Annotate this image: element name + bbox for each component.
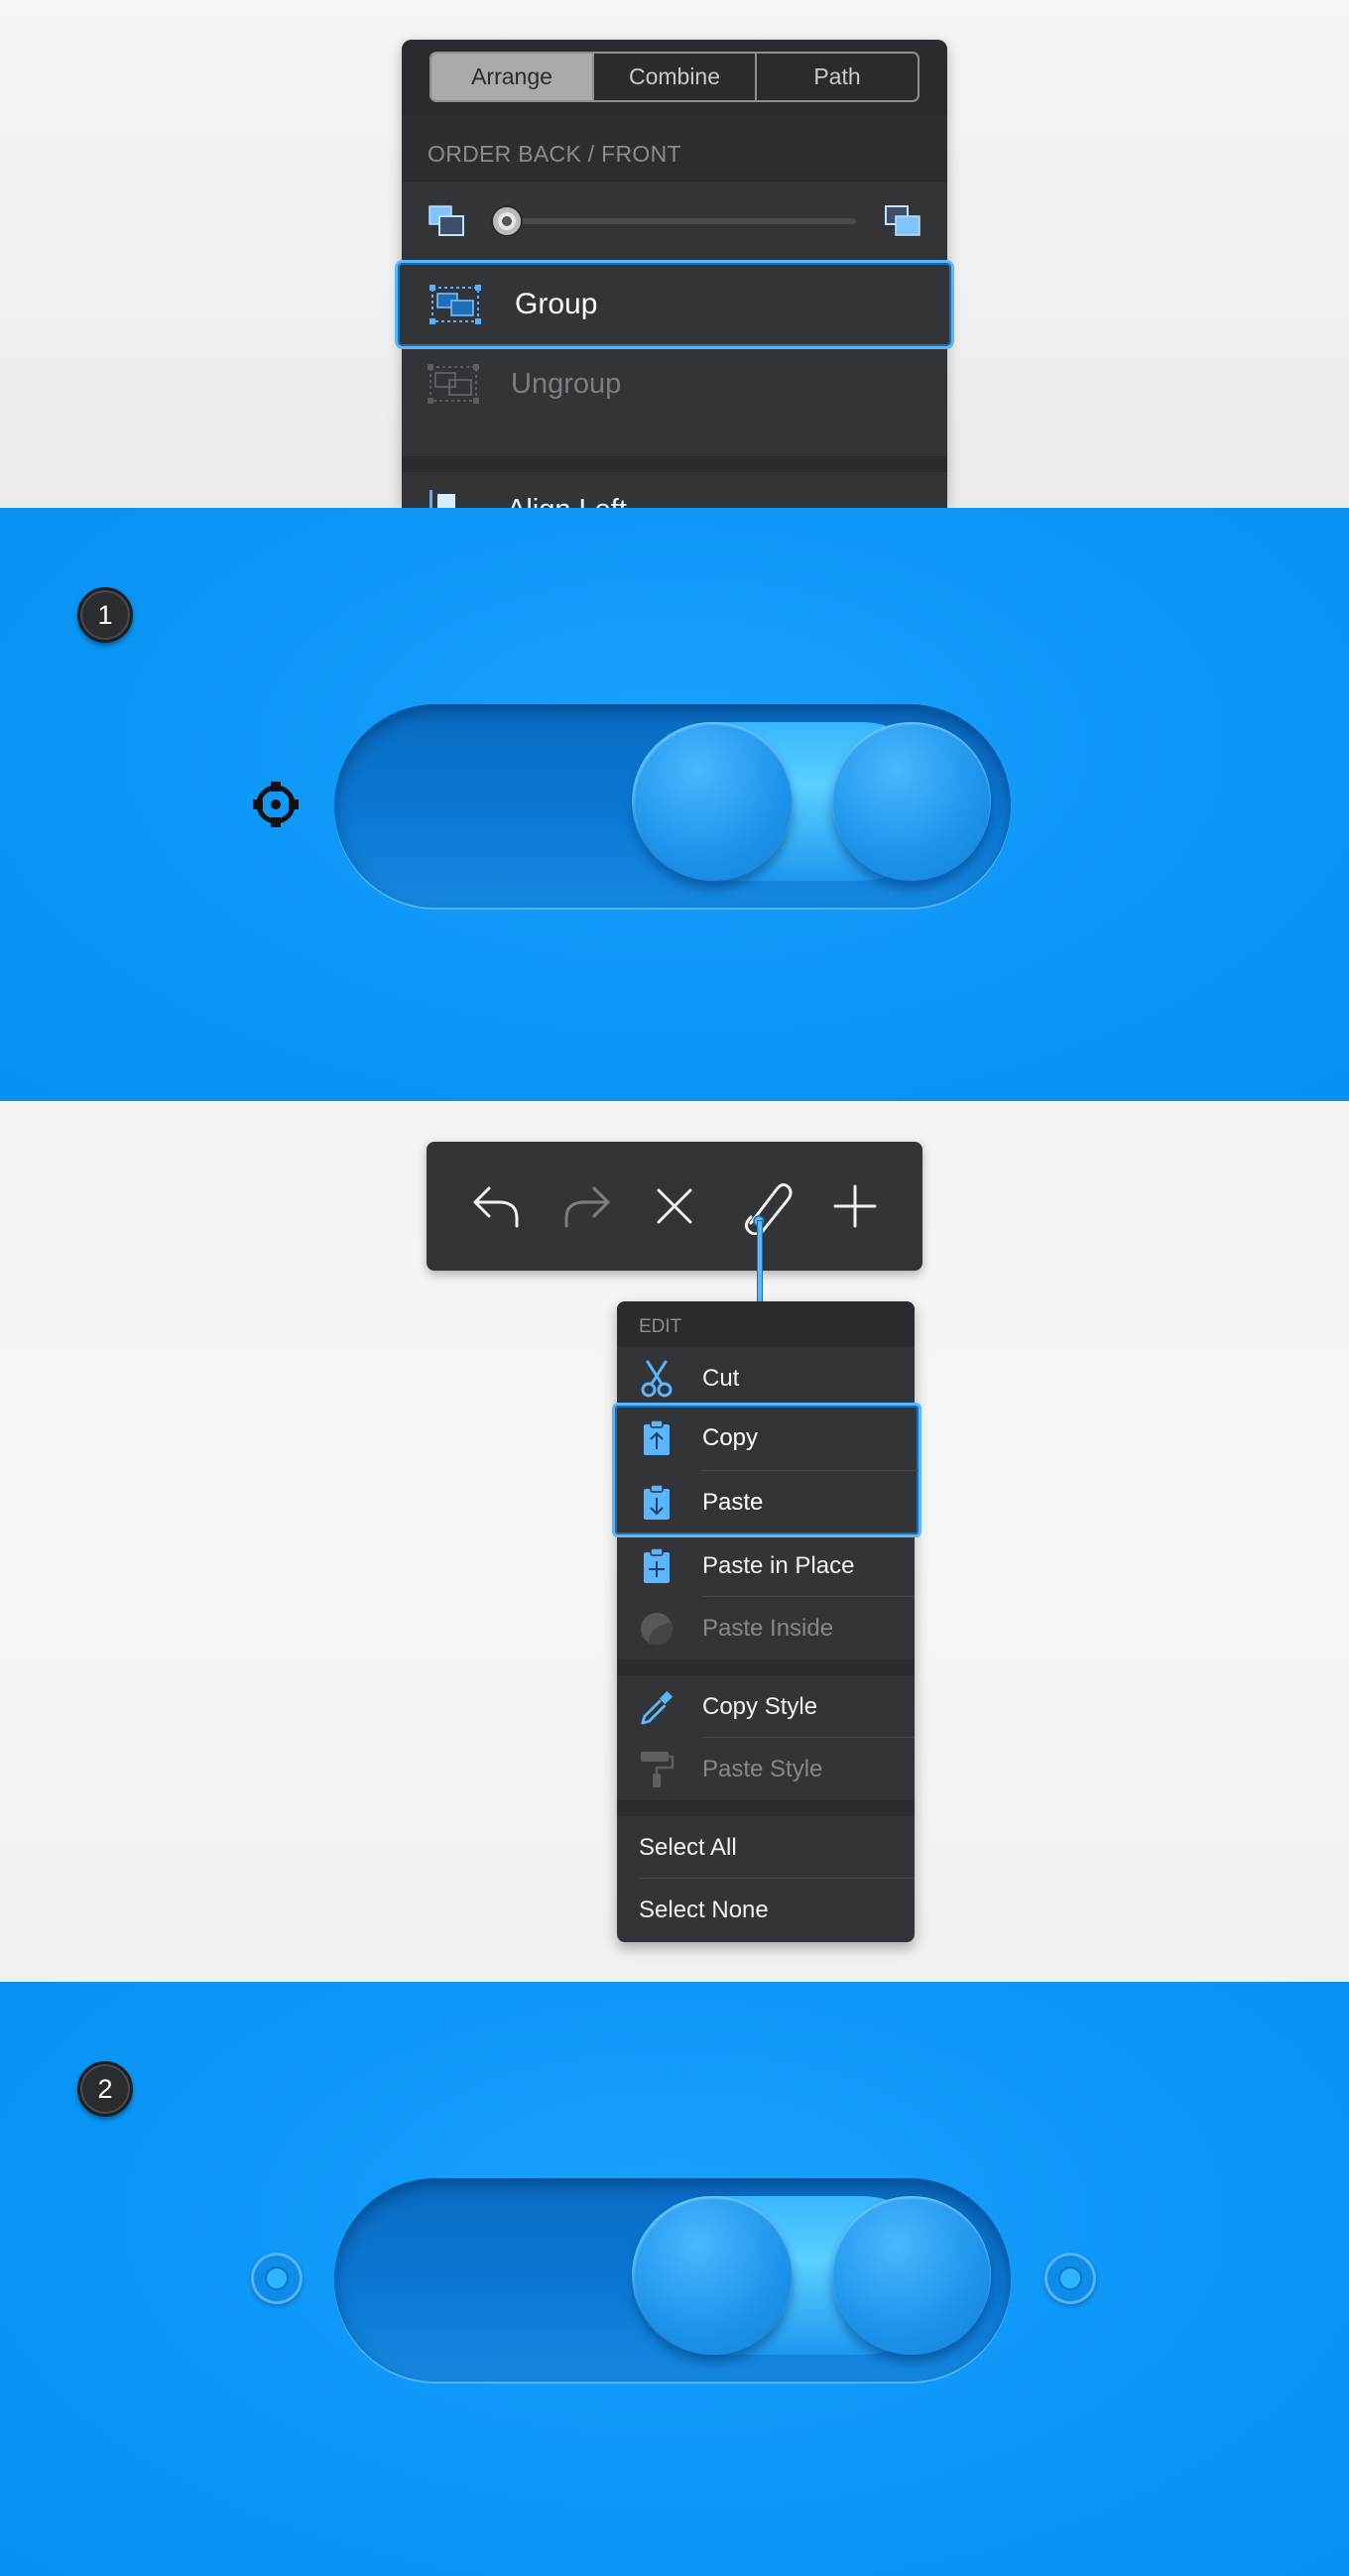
step-number: 2: [97, 2073, 113, 2104]
arrange-section: Arrange Combine Path ORDER BACK / FRONT: [0, 0, 1349, 548]
segmented-control-bar: Arrange Combine Path: [402, 40, 947, 115]
undo-button[interactable]: [466, 1177, 526, 1235]
menu-item-cut-label: Cut: [702, 1364, 740, 1392]
clipboard-up-icon: [644, 1418, 670, 1455]
menu-item-select-none-label: Select None: [639, 1896, 769, 1923]
add-button[interactable]: [825, 1177, 885, 1235]
undo-icon: [473, 1186, 519, 1228]
menu-connector-line: [758, 1221, 762, 1302]
menu-item-group-label: Group: [515, 288, 598, 320]
scissors-icon: [641, 1360, 673, 1397]
menu-item-cut[interactable]: Cut: [617, 1347, 915, 1410]
menu-item-ungroup[interactable]: Ungroup: [402, 349, 947, 419]
handle-right-icon[interactable]: [1044, 2253, 1096, 2304]
menu-item-paste-style-label: Paste Style: [702, 1755, 823, 1782]
menu-separator: [617, 1659, 915, 1675]
redo-button[interactable]: [557, 1177, 617, 1235]
bring-to-front-icon[interactable]: [882, 204, 921, 238]
toggle-knob-right[interactable]: [832, 722, 991, 881]
anchor-point-icon[interactable]: [251, 780, 301, 829]
plus-icon: [833, 1184, 877, 1228]
menu-item-group[interactable]: Group: [395, 260, 954, 349]
toolbar: [427, 1142, 922, 1271]
step-1-canvas: 1: [0, 508, 1349, 1101]
toggle-knob-left[interactable]: [634, 2196, 793, 2355]
delete-button[interactable]: [645, 1177, 704, 1235]
clipboard-plus-icon: [644, 1546, 670, 1583]
menu-item-paste-in-place-label: Paste in Place: [702, 1551, 855, 1579]
edit-menu-header: EDIT: [617, 1301, 915, 1347]
edit-menu: EDIT Cut Paste in Place Paste Inside Cop…: [617, 1301, 915, 1942]
menu-separator: [402, 456, 947, 472]
menu-item-copy-style-label: Copy Style: [702, 1692, 818, 1720]
menu-item-paste-in-place[interactable]: Paste in Place: [617, 1534, 915, 1597]
order-slider-knob[interactable]: [493, 206, 521, 235]
segmented-control: Arrange Combine Path: [429, 52, 920, 102]
menu-item-paste-style[interactable]: Paste Style: [617, 1738, 915, 1800]
menu-item-select-none[interactable]: Select None: [617, 1879, 915, 1941]
paperclip-icon: [744, 1182, 793, 1235]
menu-item-paste-inside-label: Paste Inside: [702, 1614, 834, 1642]
copy-paste-selection: Copy Paste: [612, 1403, 921, 1537]
order-slider-row: [402, 181, 947, 260]
redo-icon: [564, 1186, 610, 1228]
ungroup-icon: [428, 364, 479, 404]
menu-item-paste-label: Paste: [702, 1488, 764, 1516]
toggle-switch[interactable]: [334, 704, 1011, 908]
order-slider[interactable]: [493, 206, 856, 235]
tab-path[interactable]: Path: [757, 54, 918, 100]
edit-clipboard-button[interactable]: [736, 1177, 796, 1235]
arrange-panel: Arrange Combine Path ORDER BACK / FRONT: [395, 40, 954, 548]
menu-item-select-all[interactable]: Select All: [617, 1816, 915, 1879]
tab-arrange[interactable]: Arrange: [431, 54, 594, 100]
tab-combine[interactable]: Combine: [594, 54, 757, 100]
menu-item-copy-label: Copy: [702, 1423, 759, 1451]
menu-item-ungroup-label: Ungroup: [511, 367, 622, 400]
edit-menu-section: EDIT Cut Paste in Place Paste Inside Cop…: [0, 1101, 1349, 1982]
step-2-canvas: 2: [0, 1982, 1349, 2576]
menu-item-copy[interactable]: Copy: [615, 1407, 919, 1469]
menu-item-copy-style[interactable]: Copy Style: [617, 1675, 915, 1738]
toggle-knob-left[interactable]: [634, 722, 793, 881]
clipboard-down-icon: [644, 1483, 670, 1520]
step-number: 1: [97, 599, 113, 630]
paint-roller-icon: [641, 1751, 674, 1787]
send-to-back-icon[interactable]: [428, 204, 467, 238]
eyedropper-icon: [641, 1690, 674, 1725]
menu-item-paste[interactable]: Paste: [615, 1471, 919, 1533]
menu-separator: [617, 1800, 915, 1816]
toggle-switch-copy[interactable]: [334, 2178, 1011, 2382]
menu-item-select-all-label: Select All: [639, 1833, 737, 1861]
group-icon: [429, 285, 481, 324]
handle-left-icon[interactable]: [251, 2253, 303, 2304]
order-section-label: ORDER BACK / FRONT: [402, 115, 947, 181]
step-badge-1: 1: [77, 587, 133, 643]
toggle-knob-right[interactable]: [832, 2196, 991, 2355]
close-icon: [657, 1188, 692, 1224]
step-badge-2: 2: [77, 2061, 133, 2117]
menu-item-paste-inside[interactable]: Paste Inside: [617, 1597, 915, 1659]
mask-icon: [640, 1612, 674, 1645]
